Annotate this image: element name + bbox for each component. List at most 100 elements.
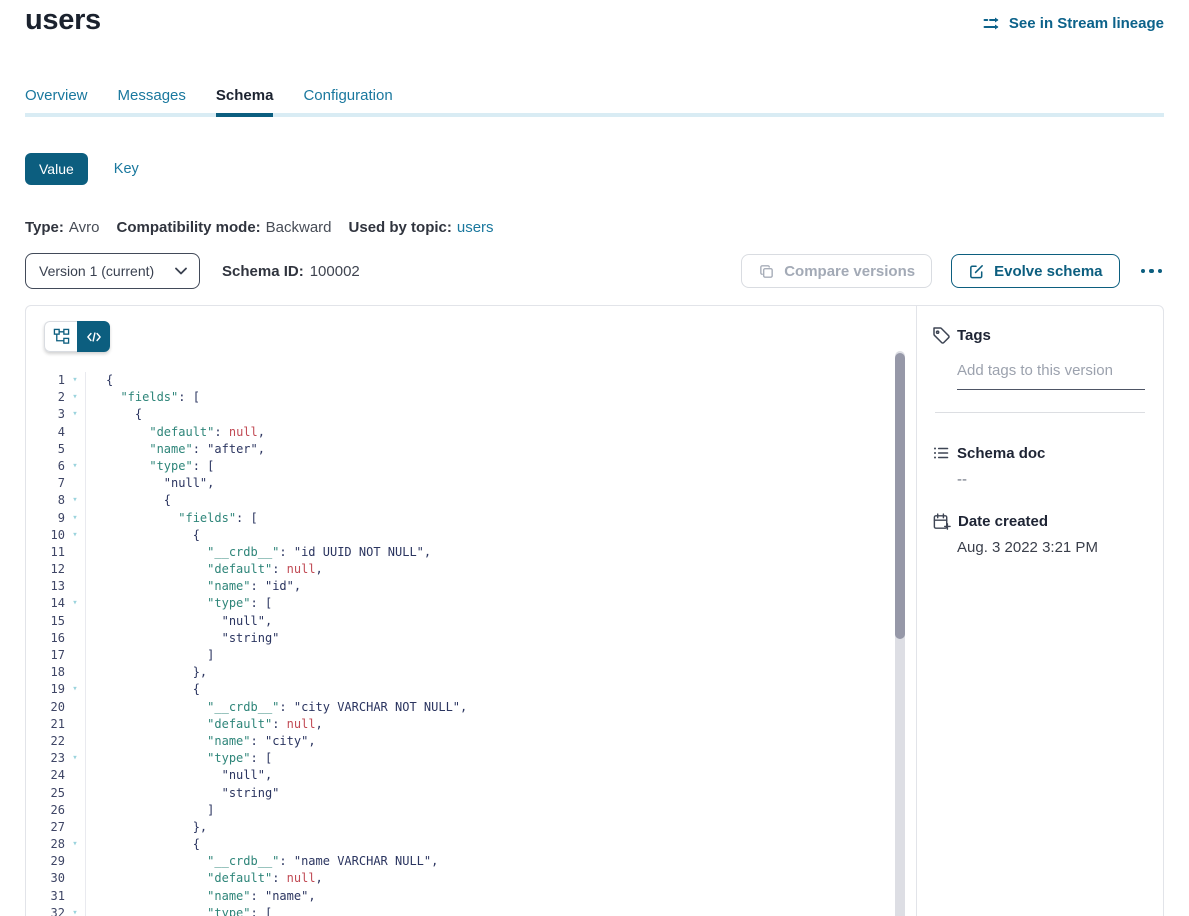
fold-toggle-icon[interactable]: ▾ <box>65 372 85 389</box>
line-number-gutter: 18 <box>26 664 86 681</box>
line-number: 21 <box>26 716 65 733</box>
code-line: 1▾{ <box>26 372 894 389</box>
fold-toggle-icon[interactable]: ▾ <box>65 510 85 527</box>
fold-toggle-icon[interactable]: ▾ <box>65 750 85 767</box>
line-number: 19 <box>26 681 65 698</box>
line-number-gutter: 5 <box>26 441 86 458</box>
date-created-title: Date created <box>958 513 1048 530</box>
line-number-gutter: 8▾ <box>26 492 86 509</box>
value-button[interactable]: Value <box>25 153 88 185</box>
fold-toggle-icon[interactable]: ▾ <box>65 681 85 698</box>
fold-toggle-icon[interactable]: ▾ <box>65 527 85 544</box>
code-line: 9▾ "fields": [ <box>26 510 894 527</box>
line-number: 11 <box>26 544 65 561</box>
code-line: 30 "default": null, <box>26 870 894 887</box>
line-number: 28 <box>26 836 65 853</box>
fold-toggle-icon[interactable]: ▾ <box>65 836 85 853</box>
code-line-text: { <box>86 836 200 853</box>
code-line-text: "default": null, <box>86 561 323 578</box>
tab-configuration[interactable]: Configuration <box>303 87 392 117</box>
chevron-down-icon <box>175 267 187 275</box>
code-line: 10▾ { <box>26 527 894 544</box>
line-number-gutter: 23▾ <box>26 750 86 767</box>
schema-panel: 1▾{2▾ "fields": [3▾ {4 "default": null,5… <box>25 305 1164 916</box>
fold-toggle-icon[interactable]: ▾ <box>65 389 85 406</box>
line-number: 5 <box>26 441 65 458</box>
tab-messages[interactable]: Messages <box>118 87 186 117</box>
code-view-button[interactable] <box>77 321 110 352</box>
code-line-text: "type": [ <box>86 595 272 612</box>
code-line-text: }, <box>86 819 207 836</box>
line-number-gutter: 4 <box>26 424 86 441</box>
code-line: 16 "string" <box>26 630 894 647</box>
code-line: 6▾ "type": [ <box>26 458 894 475</box>
line-number-gutter: 9▾ <box>26 510 86 527</box>
fold-toggle-icon[interactable]: ▾ <box>65 406 85 423</box>
line-number: 14 <box>26 595 65 612</box>
evolve-schema-button[interactable]: Evolve schema <box>951 254 1119 288</box>
code-line: 27 }, <box>26 819 894 836</box>
line-number: 22 <box>26 733 65 750</box>
used-by-topic: Used by topic: users <box>349 219 494 236</box>
version-bar: Version 1 (current) Schema ID: 100002 Co… <box>25 253 1164 289</box>
version-actions: Compare versions Evolve schema <box>741 254 1164 288</box>
value-key-selector: Value Key <box>25 153 139 185</box>
line-number-gutter: 14▾ <box>26 595 86 612</box>
line-number: 6 <box>26 458 65 475</box>
line-number-gutter: 32▾ <box>26 905 86 916</box>
schema-page: users See in Stream lineage Overview Mes… <box>0 0 1189 916</box>
line-number-gutter: 22 <box>26 733 86 750</box>
line-number-gutter: 12 <box>26 561 86 578</box>
line-number: 23 <box>26 750 65 767</box>
code-line: 17 ] <box>26 647 894 664</box>
tag-icon <box>932 326 950 344</box>
line-number-gutter: 16 <box>26 630 86 647</box>
code-line-text: "__crdb__": "city VARCHAR NOT NULL", <box>86 699 467 716</box>
code-line: 24 "null", <box>26 767 894 784</box>
code-line-text: "type": [ <box>86 458 214 475</box>
line-number: 7 <box>26 475 65 492</box>
compare-versions-button[interactable]: Compare versions <box>741 254 932 288</box>
line-number: 13 <box>26 578 65 595</box>
code-line: 14▾ "type": [ <box>26 595 894 612</box>
schema-sidebar: Tags Schema doc -- <box>916 306 1163 916</box>
line-number-gutter: 26 <box>26 802 86 819</box>
code-line-text: { <box>86 681 200 698</box>
line-number: 27 <box>26 819 65 836</box>
see-in-stream-lineage-link[interactable]: See in Stream lineage <box>983 15 1164 32</box>
schema-id-value: 100002 <box>310 263 360 280</box>
line-number: 2 <box>26 389 65 406</box>
schema-meta: Type: Avro Compatibility mode: Backward … <box>25 219 494 236</box>
tab-schema[interactable]: Schema <box>216 87 274 117</box>
fold-toggle-icon[interactable]: ▾ <box>65 905 85 916</box>
fold-toggle-icon[interactable]: ▾ <box>65 492 85 509</box>
code-line: 3▾ { <box>26 406 894 423</box>
line-number-gutter: 21 <box>26 716 86 733</box>
copy-icon <box>758 263 775 280</box>
topic-link[interactable]: users <box>457 219 494 236</box>
line-number: 12 <box>26 561 65 578</box>
code-line-text: "name": "name", <box>86 888 316 905</box>
code-line: 31 "name": "name", <box>26 888 894 905</box>
add-tags-input[interactable] <box>957 359 1145 390</box>
code-line-text: "string" <box>86 630 279 647</box>
code-line-text: { <box>86 372 113 389</box>
line-number-gutter: 7 <box>26 475 86 492</box>
code-line-text: "fields": [ <box>86 389 200 406</box>
code-line-text: { <box>86 527 200 544</box>
editor-scrollbar[interactable] <box>895 351 905 916</box>
code-line: 8▾ { <box>26 492 894 509</box>
scrollbar-thumb[interactable] <box>895 353 905 639</box>
tree-view-button[interactable] <box>44 321 77 352</box>
version-select[interactable]: Version 1 (current) <box>25 253 200 289</box>
line-number: 8 <box>26 492 65 509</box>
code-line: 21 "default": null, <box>26 716 894 733</box>
tab-overview[interactable]: Overview <box>25 87 88 117</box>
fold-toggle-icon[interactable]: ▾ <box>65 458 85 475</box>
code-line: 2▾ "fields": [ <box>26 389 894 406</box>
more-options-button[interactable] <box>1139 265 1165 278</box>
line-number-gutter: 28▾ <box>26 836 86 853</box>
edit-icon <box>968 263 985 280</box>
key-button[interactable]: Key <box>114 161 139 177</box>
fold-toggle-icon[interactable]: ▾ <box>65 595 85 612</box>
